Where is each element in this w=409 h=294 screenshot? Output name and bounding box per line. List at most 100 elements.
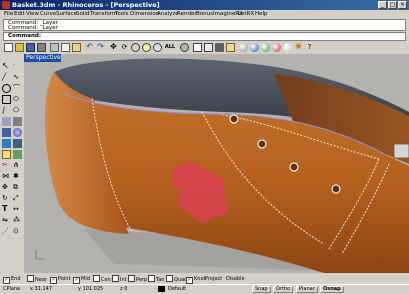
- osnap-quad[interactable]: Quad: [166, 275, 187, 283]
- close-button[interactable]: ×: [398, 1, 407, 9]
- polyline-icon[interactable]: ╱: [2, 73, 11, 82]
- mirror-icon[interactable]: ⇋: [2, 216, 11, 225]
- menu-render[interactable]: Render: [177, 11, 197, 17]
- menu-dimension[interactable]: Dimension: [130, 11, 159, 17]
- snap-toggle[interactable]: Snap: [252, 286, 271, 293]
- cut-icon[interactable]: [50, 43, 59, 52]
- layer-icon[interactable]: [215, 43, 224, 52]
- zoom-extents-icon[interactable]: [153, 43, 162, 52]
- explode-icon[interactable]: ✱: [13, 172, 22, 181]
- current-layer[interactable]: Default: [168, 286, 186, 292]
- paste-icon[interactable]: [72, 43, 81, 52]
- text-icon[interactable]: T: [2, 205, 11, 214]
- viewport-title-tab[interactable]: Perspective: [24, 54, 61, 62]
- menu-letrx[interactable]: LetRX: [238, 11, 254, 17]
- osnap-point[interactable]: ✓ Point: [50, 275, 70, 284]
- menu-file[interactable]: File: [4, 11, 13, 17]
- maximize-button[interactable]: □: [388, 1, 397, 9]
- planar-toggle[interactable]: Planar: [296, 286, 318, 293]
- zoom-selected-icon[interactable]: [180, 43, 189, 52]
- osnap-knot[interactable]: ✓ Knot: [186, 275, 205, 284]
- material-sphere-icon[interactable]: [261, 43, 270, 52]
- menu-edit[interactable]: Edit: [14, 11, 25, 17]
- new-file-icon[interactable]: [4, 43, 13, 52]
- mesh-icon[interactable]: [2, 139, 11, 148]
- zoom-icon[interactable]: [131, 43, 140, 52]
- osnap-disable[interactable]: Disable: [226, 275, 245, 283]
- rotate-view-icon[interactable]: ⟳: [120, 43, 129, 52]
- zoom-window-icon[interactable]: [142, 43, 151, 52]
- circle-icon[interactable]: [2, 84, 11, 93]
- menu-solid[interactable]: Solid: [76, 11, 89, 17]
- osnap-toggle[interactable]: Osnap: [320, 286, 344, 293]
- menu-surface[interactable]: Surface: [56, 11, 77, 17]
- boolean-icon[interactable]: [13, 139, 22, 148]
- menu-analyze[interactable]: Analyze: [157, 11, 179, 17]
- zoom-all-icon[interactable]: ALL: [164, 43, 176, 52]
- extrude-icon[interactable]: [13, 117, 22, 126]
- rotate-icon[interactable]: ↻: [2, 194, 11, 203]
- menu-help[interactable]: Help: [255, 11, 268, 17]
- help-icon[interactable]: ?: [305, 43, 314, 52]
- solid-sphere-icon[interactable]: [13, 128, 22, 137]
- ortho-toggle[interactable]: Ortho: [273, 286, 294, 293]
- four-views-icon[interactable]: [204, 43, 213, 52]
- grid-icon[interactable]: [193, 43, 202, 52]
- fillet-icon[interactable]: [2, 150, 11, 159]
- osnap-tan[interactable]: Tan: [148, 275, 164, 283]
- curve-icon[interactable]: ∿: [13, 73, 22, 82]
- axis-icon: [35, 250, 44, 260]
- split-icon[interactable]: ⋔: [13, 161, 22, 170]
- arc-icon[interactable]: ⌒: [13, 84, 22, 93]
- copy-object-icon[interactable]: ⧉: [13, 183, 22, 192]
- print-icon[interactable]: [37, 43, 46, 52]
- osnap-cen[interactable]: Cen: [93, 275, 111, 283]
- osnap-int[interactable]: Int: [112, 275, 127, 283]
- osnap-mid[interactable]: ✓ Mid: [73, 275, 90, 284]
- move-icon[interactable]: ✥: [2, 183, 11, 192]
- scale-icon[interactable]: ⤢: [13, 194, 22, 203]
- menu-bonus[interactable]: Bonus: [196, 11, 213, 17]
- menu-transform[interactable]: Transform: [90, 11, 117, 17]
- menu-view[interactable]: View: [26, 11, 39, 17]
- menu-tools[interactable]: Tools: [115, 11, 129, 17]
- pan-icon[interactable]: ✥: [109, 43, 118, 52]
- control-points-icon[interactable]: ⋰: [2, 227, 11, 236]
- ghosted-sphere-icon[interactable]: [283, 43, 292, 52]
- color-sphere-icon[interactable]: [272, 43, 281, 52]
- select-arrow-icon[interactable]: ↖: [2, 62, 11, 71]
- solid-box-icon[interactable]: [2, 128, 11, 137]
- osnap-perp[interactable]: Perp: [128, 275, 147, 283]
- command-line-input[interactable]: Command:: [3, 32, 406, 41]
- shaded-sphere-icon[interactable]: [239, 43, 248, 52]
- osnap-end[interactable]: ✓ End: [3, 275, 21, 284]
- undo-icon[interactable]: ↶: [85, 43, 94, 52]
- trim-icon[interactable]: ✂: [2, 161, 11, 170]
- copy-icon[interactable]: [61, 43, 70, 52]
- analyze-icon[interactable]: ⊙: [13, 227, 22, 236]
- redo-icon[interactable]: ↷: [96, 43, 105, 52]
- title-bar: Basket.3dm - Rhinoceros - [Perspective] …: [0, 0, 409, 10]
- render-sphere-icon[interactable]: [250, 43, 259, 52]
- rhino-app-icon: [2, 1, 10, 9]
- ellipse-icon[interactable]: ⬭: [13, 95, 22, 104]
- osnap-project[interactable]: Project: [205, 275, 222, 283]
- minimize-button[interactable]: _: [378, 1, 387, 9]
- offset-icon[interactable]: [13, 150, 22, 159]
- light-icon[interactable]: ✺: [294, 43, 303, 52]
- join-icon[interactable]: ⋈: [2, 172, 11, 181]
- menu-curve[interactable]: Curve: [40, 11, 56, 17]
- history-line: Command: _Layer: [8, 25, 58, 31]
- properties-icon[interactable]: [226, 43, 235, 52]
- rectangle-icon[interactable]: [2, 95, 11, 104]
- dimension-icon[interactable]: ↔: [13, 205, 22, 214]
- open-file-icon[interactable]: [15, 43, 24, 52]
- surface-icon[interactable]: [2, 117, 11, 126]
- array-icon[interactable]: ⁂: [13, 216, 22, 225]
- point-icon[interactable]: ·: [13, 62, 22, 71]
- save-icon[interactable]: [26, 43, 35, 52]
- osnap-near[interactable]: Near: [27, 275, 47, 283]
- polygon-icon[interactable]: ⬠: [13, 106, 22, 115]
- freeform-icon[interactable]: ∫: [2, 106, 11, 115]
- perspective-viewport[interactable]: [24, 54, 409, 273]
